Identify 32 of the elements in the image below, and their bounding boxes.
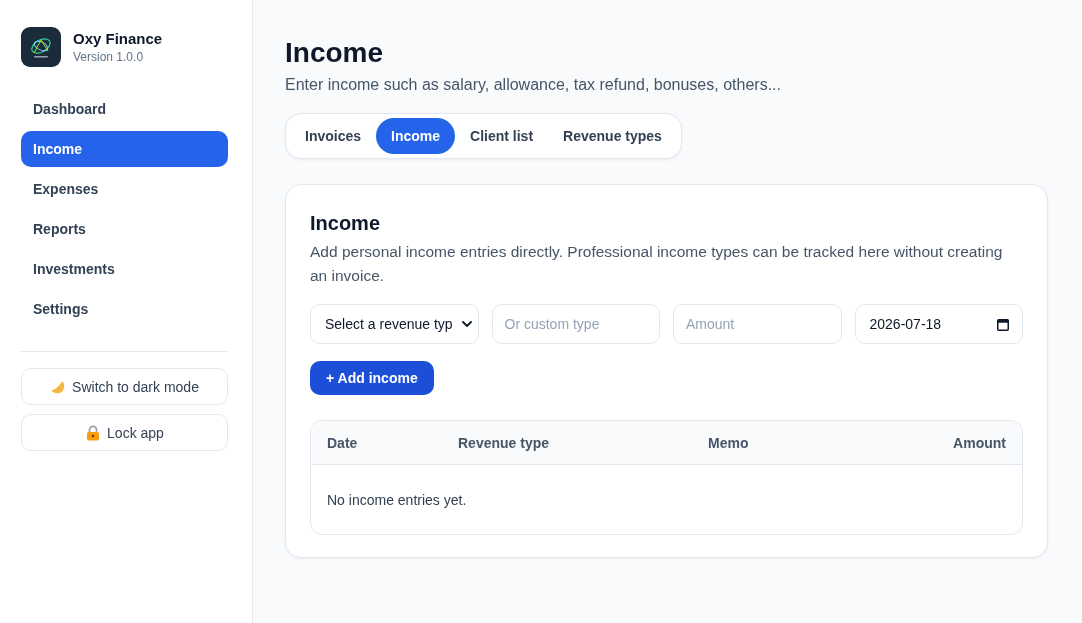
card-description: Add personal income entries directly. Professional income types can be tracked here without creating an invoice. <box>310 242 1004 286</box>
column-header: Revenue type <box>457 434 551 451</box>
column-header: Memo <box>707 434 750 451</box>
logo-icon <box>21 27 61 67</box>
chevron-down-icon <box>461 321 472 327</box>
date-field[interactable]: 2026-07-18 <box>854 304 1023 344</box>
column-header: Amount <box>952 434 1007 451</box>
column-header: Date <box>326 434 359 451</box>
input-field[interactable]: Amount <box>673 304 842 344</box>
page-subtitle: Enter income such as salary, allowance, tax refund, bonuses, others... <box>285 75 782 95</box>
card-title: Income <box>310 211 382 236</box>
revenue-type-select[interactable]: Select a revenue typ <box>310 304 479 344</box>
nav-item[interactable]: Investments <box>21 251 228 287</box>
tab[interactable]: Invoices <box>290 118 377 154</box>
page-title: Income <box>285 36 385 70</box>
nav-item[interactable]: Settings <box>21 291 228 327</box>
input-field[interactable]: Or custom type <box>491 304 660 344</box>
app-name: Oxy Finance <box>73 29 163 48</box>
add-income-button[interactable]: + Add income <box>310 361 434 395</box>
calendar-icon <box>997 317 1009 331</box>
tab[interactable]: Income <box>376 118 456 154</box>
theme-toggle-button[interactable]: Switch to dark mode <box>21 368 228 405</box>
nav-item[interactable]: Income <box>21 131 228 167</box>
nav-item[interactable]: Expenses <box>21 171 228 207</box>
nav-item[interactable]: Reports <box>21 211 228 247</box>
app-version: Version 1.0.0 <box>73 50 145 65</box>
nav-item[interactable]: Dashboard <box>21 91 228 127</box>
tab[interactable]: Revenue types <box>548 118 677 154</box>
tab[interactable]: Client list <box>455 118 549 154</box>
lock-icon <box>85 424 102 441</box>
empty-message: No income entries yet. <box>327 491 467 508</box>
lock-app-button[interactable]: Lock app <box>21 414 228 451</box>
